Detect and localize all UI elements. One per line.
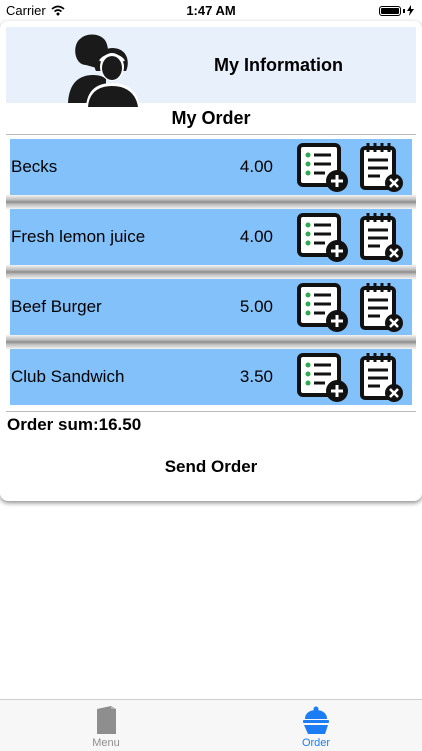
users-avatar-icon bbox=[68, 34, 140, 107]
order-item-fresh-lemon-juice[interactable]: Fresh lemon juice 4.00 bbox=[10, 209, 412, 265]
item-name: Beef Burger bbox=[11, 297, 102, 316]
remove-item-icon[interactable] bbox=[360, 283, 406, 333]
add-item-icon[interactable] bbox=[297, 143, 349, 193]
my-order-title: My Order bbox=[171, 108, 251, 128]
send-order-button[interactable]: Send Order bbox=[0, 457, 422, 477]
tab-order[interactable]: Order bbox=[276, 700, 356, 751]
order-item-becks[interactable]: Becks 4.00 bbox=[10, 139, 412, 195]
remove-item-icon[interactable] bbox=[360, 213, 406, 263]
status-bar: Carrier 1:47 AM bbox=[0, 0, 422, 22]
add-item-icon[interactable] bbox=[297, 283, 349, 333]
item-price: 5.00 bbox=[239, 297, 273, 316]
item-name: Fresh lemon juice bbox=[11, 227, 146, 246]
order-item-club-sandwich[interactable]: Club Sandwich 3.50 bbox=[10, 349, 412, 405]
remove-item-icon[interactable] bbox=[360, 143, 406, 193]
tab-label: Order bbox=[301, 737, 331, 749]
row-separator bbox=[6, 265, 416, 279]
my-information-banner[interactable]: My Information bbox=[6, 27, 416, 107]
battery-icon bbox=[379, 5, 414, 16]
menu-icon bbox=[97, 706, 116, 734]
order-sum: Order sum:16.50 bbox=[7, 415, 142, 434]
add-item-icon[interactable] bbox=[297, 353, 349, 403]
add-item-icon[interactable] bbox=[297, 213, 349, 263]
order-item-beef-burger[interactable]: Beef Burger 5.00 bbox=[10, 279, 412, 335]
status-time: 1:47 AM bbox=[186, 3, 236, 18]
row-separator bbox=[6, 335, 416, 349]
row-separator bbox=[6, 195, 416, 209]
item-price: 4.00 bbox=[239, 227, 273, 246]
my-information-title: My Information bbox=[214, 55, 343, 75]
item-name: Becks bbox=[11, 157, 58, 176]
item-price: 4.00 bbox=[239, 157, 273, 176]
order-list[interactable]: Becks 4.00 Fresh lemon juice 4.00 Beef B… bbox=[6, 134, 416, 412]
tab-label: Menu bbox=[92, 737, 120, 749]
order-card: My Information My Order Becks 4.00 Fresh… bbox=[0, 21, 422, 501]
remove-item-icon[interactable] bbox=[360, 353, 406, 403]
item-name: Club Sandwich bbox=[11, 367, 125, 386]
tab-bar: Menu Order bbox=[0, 699, 422, 751]
waiter-icon bbox=[303, 706, 329, 734]
tab-menu[interactable]: Menu bbox=[66, 700, 146, 751]
item-price: 3.50 bbox=[239, 367, 273, 386]
charging-bolt-icon bbox=[407, 5, 414, 16]
